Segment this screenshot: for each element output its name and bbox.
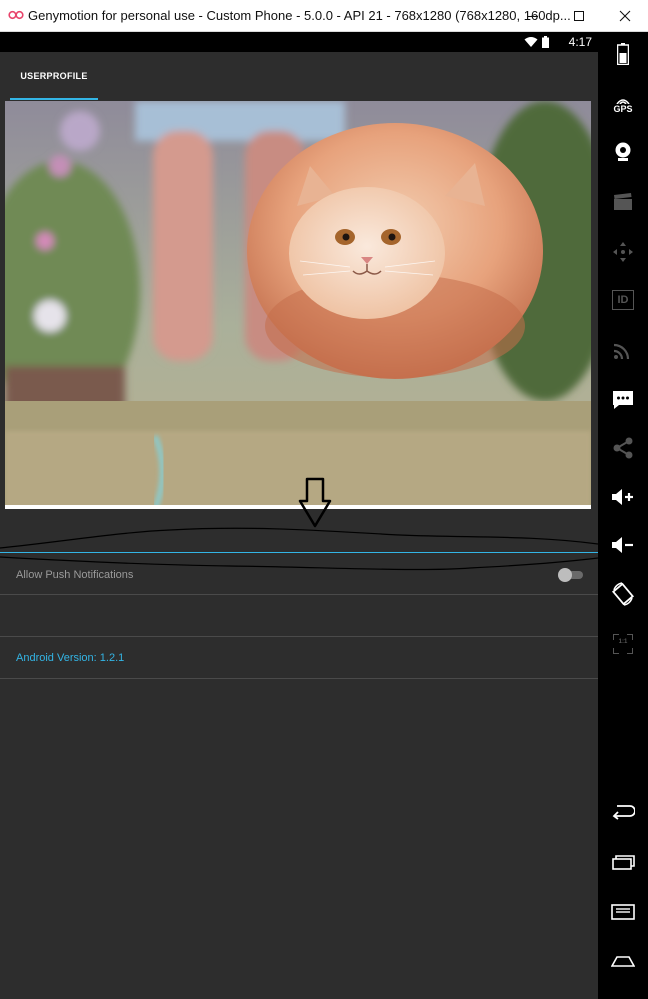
home-button[interactable]: [598, 938, 648, 982]
settings-divider: [0, 636, 598, 637]
maximize-button[interactable]: [556, 0, 602, 31]
scale-icon: 1:1: [613, 634, 633, 654]
cast-icon: [613, 343, 630, 360]
scale-label: 1:1: [618, 639, 628, 645]
window-titlebar: Genymotion for personal use - Custom Pho…: [0, 0, 648, 32]
tab-indicator: [10, 98, 98, 100]
battery-widget-button[interactable]: [598, 32, 648, 76]
home-icon: [611, 956, 635, 967]
app-tab-bar: USERPROFILE: [0, 52, 598, 100]
sms-widget-button[interactable]: [598, 378, 648, 422]
sms-icon: [613, 391, 633, 409]
close-button[interactable]: [602, 0, 648, 31]
menu-button[interactable]: [598, 890, 648, 934]
webcam-widget-button[interactable]: [598, 130, 648, 174]
settings-divider: [0, 678, 598, 679]
capture-widget-button[interactable]: [598, 180, 648, 224]
rotate-icon: [612, 582, 634, 606]
webcam-icon: [615, 142, 631, 161]
tab-userprofile[interactable]: USERPROFILE: [10, 52, 98, 100]
genymotion-sidebar: GPS ID 1:1: [598, 32, 648, 999]
clapperboard-icon: [614, 193, 632, 210]
volume-down-icon: [612, 537, 633, 553]
push-notifications-toggle[interactable]: [558, 568, 584, 582]
volume-down-button[interactable]: [598, 523, 648, 567]
wifi-icon: [524, 37, 538, 47]
id-icon: ID: [612, 290, 634, 310]
android-version-label: Android Version: 1.2.1: [16, 652, 125, 664]
profile-photo: [5, 101, 591, 509]
menu-icon: [611, 904, 635, 920]
toggle-thumb: [558, 568, 572, 582]
dpad-icon: [613, 242, 633, 262]
recent-apps-button[interactable]: [598, 840, 648, 884]
device-screen: 4:17 USERPROFILE Allow Push Notification…: [0, 32, 598, 999]
rotate-screen-button[interactable]: [598, 572, 648, 616]
gps-label: GPS: [613, 103, 633, 114]
share-icon: [613, 437, 633, 459]
accent-divider: [0, 552, 598, 553]
genymotion-logo-icon: [8, 10, 24, 20]
battery-icon: [617, 43, 629, 65]
push-notifications-label: Allow Push Notifications: [16, 569, 134, 581]
back-icon: [612, 805, 635, 820]
device-id-button[interactable]: ID: [598, 278, 648, 322]
settings-divider: [0, 594, 598, 595]
cast-widget-button[interactable]: [598, 328, 648, 372]
recent-apps-icon: [612, 855, 635, 870]
gps-widget-button[interactable]: GPS: [598, 82, 648, 126]
status-time: 4:17: [568, 35, 592, 49]
window-title: Genymotion for personal use - Custom Pho…: [28, 8, 571, 23]
android-status-bar: 4:17: [0, 32, 598, 52]
minimize-button[interactable]: [510, 0, 556, 31]
battery-icon: [542, 36, 549, 48]
tab-label: USERPROFILE: [20, 71, 88, 81]
volume-up-button[interactable]: [598, 475, 648, 519]
volume-up-icon: [612, 489, 633, 505]
id-label: ID: [617, 294, 629, 306]
share-widget-button[interactable]: [598, 426, 648, 470]
gps-icon: [616, 98, 630, 105]
remote-control-button[interactable]: [598, 230, 648, 274]
back-button[interactable]: [598, 790, 648, 834]
pixel-perfect-button[interactable]: 1:1: [598, 622, 648, 666]
